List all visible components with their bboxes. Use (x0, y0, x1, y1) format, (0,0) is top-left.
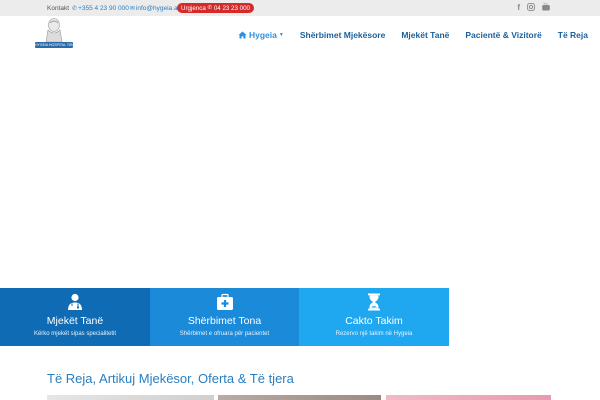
news-thumbnail[interactable] (47, 395, 214, 400)
contact-label: Kontakt (47, 4, 70, 12)
feature-boxes: Mjekët Tanë Kërko mjekët sipas specialit… (0, 288, 449, 346)
email-link[interactable]: info@hygeia.al (136, 5, 179, 12)
feature-title: Shërbimet Tona (187, 315, 262, 327)
nav-item-paciente[interactable]: Pacientë & Vizitorë (465, 30, 541, 40)
news-thumbnails (47, 395, 551, 400)
home-icon (238, 31, 247, 39)
nav-item-sherbimet[interactable]: Shërbimet Mjekësore (300, 30, 386, 40)
chevron-down-icon: ▼ (278, 32, 284, 38)
hero-banner (0, 54, 600, 288)
nav-item-te-reja[interactable]: Të Reja (558, 30, 588, 40)
phone-icon: ✆ (72, 5, 78, 12)
top-bar: Kontakt ✆ +355 4 23 90 000 ✉ info@hygeia… (0, 0, 600, 16)
hygeia-logo[interactable]: HYGEIA HOSPITAL TIRANA (33, 18, 75, 50)
nav-label: Hygeia (249, 30, 277, 40)
news-section-title: Të Reja, Artikuj Mjekësor, Oferta & Të t… (47, 371, 294, 386)
feature-title: Mjekët Tanë (46, 315, 104, 327)
nav-item-hygeia[interactable]: Hygeia ▼ (238, 30, 284, 40)
feature-box-doctors[interactable]: Mjekët Tanë Kërko mjekët sipas specialit… (0, 288, 150, 346)
urgency-badge[interactable]: Urgjenca ✆ 04 23 23 000 (177, 3, 254, 13)
svg-text:You: You (543, 2, 548, 6)
main-nav: Hygeia ▼ Shërbimet Mjekësore Mjekët Tanë… (238, 28, 588, 42)
doctor-icon (68, 293, 82, 310)
medical-kit-icon (216, 293, 233, 310)
news-thumbnail[interactable] (386, 395, 551, 400)
feature-title: Cakto Takim (345, 315, 403, 327)
youtube-icon[interactable]: You (542, 2, 550, 14)
news-thumbnail[interactable] (218, 395, 381, 400)
urgency-label: Urgjenca (181, 4, 206, 12)
facebook-icon[interactable]: f (517, 3, 520, 13)
logo-bust-icon (45, 18, 63, 42)
feature-subtitle: Rezervo një takim në Hygeia (335, 331, 413, 337)
logo-text: HYGEIA HOSPITAL TIRANA (35, 42, 73, 48)
phone-link[interactable]: +355 4 23 90 000 (78, 5, 129, 12)
feature-box-appointment[interactable]: Cakto Takim Rezervo një takim në Hygeia (299, 288, 449, 346)
phone-icon: ✆ (207, 5, 213, 11)
social-links: f You (517, 2, 550, 14)
hourglass-icon (368, 293, 380, 311)
instagram-icon[interactable] (527, 2, 535, 14)
nav-item-mjeket[interactable]: Mjekët Tanë (401, 30, 449, 40)
feature-subtitle: Kërko mjekët sipas specialitetit (33, 331, 117, 337)
urgency-phone: 04 23 23 000 (213, 4, 250, 12)
feature-subtitle: Shërbimet e ofruara për pacientet (179, 331, 270, 337)
email-icon: ✉ (129, 5, 135, 12)
contact-info: Kontakt ✆ +355 4 23 90 000 ✉ info@hygeia… (47, 0, 179, 16)
feature-box-services[interactable]: Shërbimet Tona Shërbimet e ofruara për p… (150, 288, 299, 346)
